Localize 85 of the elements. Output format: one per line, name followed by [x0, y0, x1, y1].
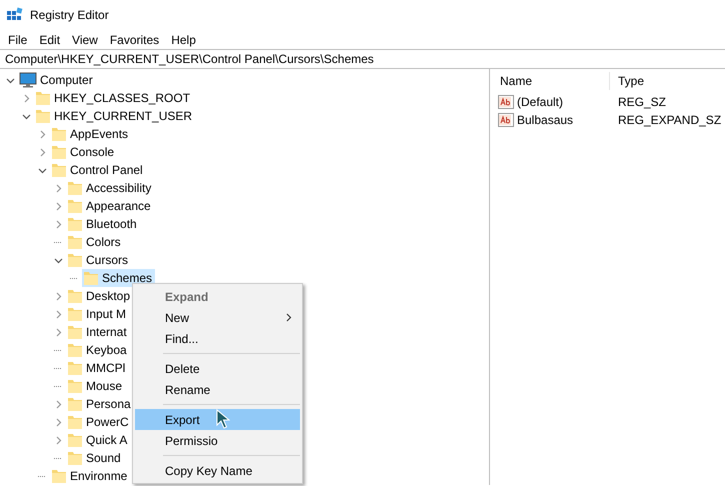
menu-item[interactable]: Export [135, 409, 300, 430]
chevron-right-icon[interactable] [22, 94, 30, 102]
chevron-down-icon[interactable] [22, 112, 30, 120]
menu-item[interactable]: Edit [33, 30, 66, 48]
tree-item[interactable]: Colors [66, 233, 124, 251]
chevron-right-icon[interactable] [54, 328, 62, 336]
menu-item[interactable]: Find... [135, 328, 300, 349]
chevron-down-icon[interactable] [38, 166, 46, 174]
tree-item[interactable]: Schemes [82, 269, 156, 287]
menu-item[interactable]: File [2, 30, 34, 48]
tree-item[interactable]: Computer [18, 71, 96, 89]
string-value-icon [498, 113, 514, 127]
menu-item[interactable]: Delete [135, 358, 300, 379]
cursor-icon [216, 409, 230, 429]
folder-icon [67, 288, 83, 304]
chevron-right-icon[interactable] [54, 220, 62, 228]
chevron-right-icon[interactable] [38, 148, 46, 156]
chevron-right-icon[interactable] [54, 400, 62, 408]
chevron-right-icon[interactable] [54, 310, 62, 318]
folder-icon [67, 252, 83, 268]
registry-icon [7, 7, 23, 23]
folder-icon [35, 90, 51, 106]
tree-item[interactable]: Sound [66, 449, 124, 467]
tree-item[interactable]: Mouse [66, 377, 126, 395]
tree-item[interactable]: Cursors [66, 251, 132, 269]
folder-icon [67, 234, 83, 250]
folder-icon [67, 324, 83, 340]
folder-icon [67, 414, 83, 430]
value-type: REG_SZ [617, 94, 666, 111]
tree-item[interactable]: AppEvents [50, 125, 132, 143]
menu-item[interactable]: Permissio [135, 430, 300, 451]
tree-item[interactable]: Keyboa [66, 341, 130, 359]
menu-item[interactable]: View [66, 30, 104, 48]
string-value-icon [498, 95, 514, 109]
chevron-right-icon[interactable] [54, 292, 62, 300]
tree-item[interactable]: Persona [66, 395, 134, 413]
folder-icon [51, 144, 67, 160]
column-header[interactable]: Name [490, 72, 610, 90]
menu-item[interactable]: Help [165, 30, 202, 48]
chevron-right-icon[interactable] [54, 184, 62, 192]
tree-item[interactable]: Input M [66, 305, 130, 323]
chevron-right-icon[interactable] [54, 436, 62, 444]
tree-item[interactable]: Appearance [66, 197, 154, 215]
tree-item[interactable]: Console [50, 143, 118, 161]
monitor-icon [19, 72, 37, 88]
folder-icon [51, 162, 67, 178]
folder-icon [67, 432, 83, 448]
folder-icon [67, 450, 83, 466]
folder-icon [51, 126, 67, 142]
folder-icon [67, 180, 83, 196]
window-title: Registry Editor [30, 7, 109, 24]
folder-icon [67, 216, 83, 232]
tree-item[interactable]: Desktop [66, 287, 134, 305]
folder-icon [67, 360, 83, 376]
tree-item[interactable]: Environme [50, 467, 130, 485]
menu-item[interactable]: Copy Key Name [135, 460, 300, 481]
folder-icon [67, 306, 83, 322]
tree-item[interactable]: Internat [66, 323, 130, 341]
chevron-right-icon[interactable] [38, 130, 46, 138]
chevron-down-icon[interactable] [6, 76, 14, 84]
tree-item[interactable]: Quick A [66, 431, 130, 449]
menu-item[interactable]: Favorites [104, 30, 166, 48]
chevron-down-icon[interactable] [54, 256, 62, 264]
column-header[interactable]: Type [610, 72, 644, 90]
tree-item[interactable]: Control Panel [50, 161, 146, 179]
folder-icon [67, 198, 83, 214]
folder-icon [35, 108, 51, 124]
tree-item[interactable]: Bluetooth [66, 215, 140, 233]
folder-icon [51, 468, 67, 484]
tree-item[interactable]: HKEY_CLASSES_ROOT [34, 89, 194, 107]
value-name[interactable]: (Default) [517, 93, 564, 111]
folder-icon [67, 342, 83, 358]
folder-icon [67, 396, 83, 412]
tree-item[interactable]: Accessibility [66, 179, 154, 197]
menu-item[interactable]: New [135, 307, 300, 328]
tree-item[interactable]: PowerC [66, 413, 132, 431]
value-type: REG_EXPAND_SZ [617, 112, 722, 129]
folder-icon [67, 378, 83, 394]
menu-item[interactable]: Rename [135, 379, 300, 400]
value-name[interactable]: Bulbasaus [517, 111, 574, 129]
tree-item[interactable]: HKEY_CURRENT_USER [34, 107, 196, 125]
chevron-right-icon[interactable] [54, 202, 62, 210]
chevron-right-icon[interactable] [54, 418, 62, 426]
tree-item[interactable]: MMCPl [66, 359, 128, 377]
folder-icon [83, 270, 99, 286]
